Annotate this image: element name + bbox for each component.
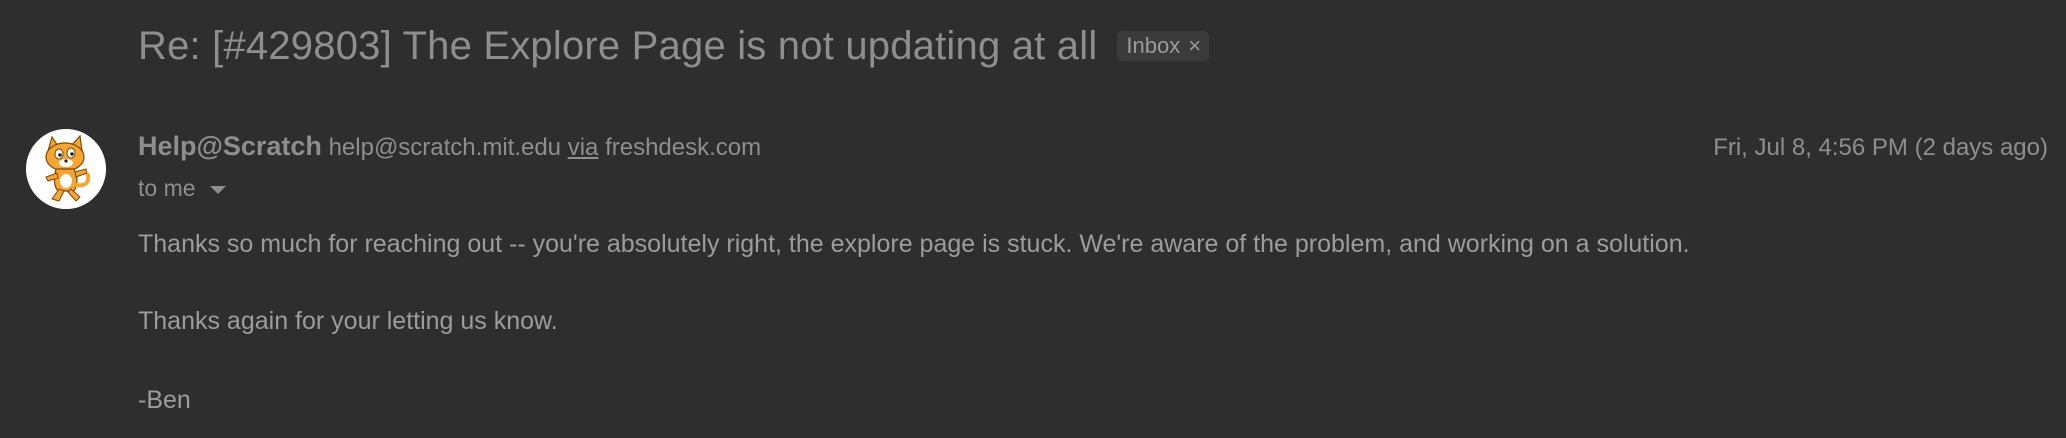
- signature: -Ben: [138, 386, 191, 414]
- recipient-text: to me: [138, 175, 196, 201]
- message-date: Fri, Jul 8, 4:56 PM (2 days ago): [1713, 134, 2048, 161]
- remove-label-icon[interactable]: ×: [1188, 35, 1201, 57]
- via-domain: freshdesk.com: [605, 134, 762, 161]
- body-paragraph-1: Thanks so much for reaching out -- you'r…: [138, 230, 1690, 258]
- via-link[interactable]: via: [568, 134, 599, 161]
- inbox-label-text: Inbox: [1126, 33, 1181, 58]
- email-subject: Re: [#429803] The Explore Page is not up…: [138, 23, 1098, 68]
- subject-row: Re: [#429803] The Explore Page is not up…: [138, 18, 1210, 74]
- inbox-label-chip[interactable]: Inbox ×: [1117, 31, 1210, 61]
- body-paragraph-2: Thanks again for your letting us know.: [138, 307, 558, 335]
- sender-avatar[interactable]: [26, 129, 106, 209]
- sender-email: help@scratch.mit.edu: [328, 134, 562, 161]
- show-details-dropdown-icon[interactable]: [209, 185, 226, 194]
- sender-line: Help@Scratch help@scratch.mit.edu via fr…: [138, 131, 761, 162]
- recipient-line: to me: [138, 175, 226, 202]
- scratch-cat-icon: [26, 129, 106, 209]
- sender-name[interactable]: Help@Scratch: [138, 131, 322, 161]
